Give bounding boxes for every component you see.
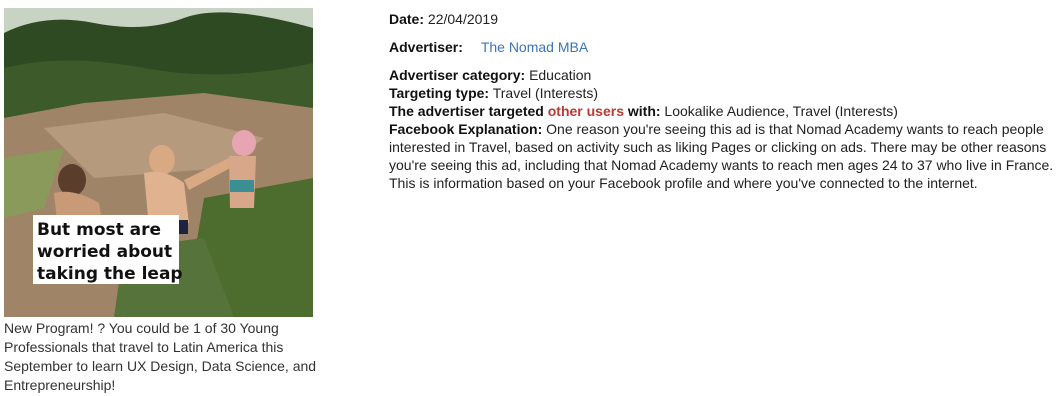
explanation-row: Facebook Explanation: One reason you're … bbox=[389, 120, 1059, 192]
ad-details: Date: 22/04/2019 Advertiser: The Nomad M… bbox=[389, 10, 1059, 192]
explanation-label: Facebook Explanation: bbox=[389, 121, 543, 137]
targeting-label: Targeting type: bbox=[389, 85, 490, 101]
person-left-head bbox=[58, 164, 86, 196]
overlay-line-2: worried about bbox=[37, 242, 172, 262]
overlay-line-1: But most are bbox=[37, 220, 161, 240]
targeted-suffix: with: bbox=[627, 103, 661, 119]
advertiser-label: Advertiser: bbox=[389, 39, 463, 55]
targeted-value: Lookalike Audience, Travel (Interests) bbox=[664, 103, 898, 119]
ad-photo: But most are worried about taking the le… bbox=[4, 8, 313, 317]
date-value: 22/04/2019 bbox=[427, 11, 498, 27]
category-label: Advertiser category: bbox=[389, 67, 526, 83]
targeted-row: The advertiser targeted other users with… bbox=[389, 102, 1059, 120]
advertiser-link[interactable]: The Nomad MBA bbox=[481, 39, 588, 55]
advertiser-row: Advertiser: The Nomad MBA bbox=[389, 38, 1059, 56]
other-users-link[interactable]: other users bbox=[548, 103, 624, 119]
ad-caption: New Program! ? You could be 1 of 30 Youn… bbox=[4, 320, 317, 393]
targeted-prefix: The advertiser targeted bbox=[389, 103, 544, 119]
ad-image[interactable]: But most are worried about taking the le… bbox=[4, 8, 313, 317]
overlay-line-3: taking the leap bbox=[37, 264, 183, 284]
person-right-head bbox=[232, 130, 256, 156]
category-value: Education bbox=[529, 67, 592, 83]
person-right-swimsuit bbox=[230, 180, 254, 192]
category-row: Advertiser category: Education bbox=[389, 66, 1059, 84]
date-row: Date: 22/04/2019 bbox=[389, 10, 1059, 28]
person-center-head bbox=[149, 145, 175, 175]
targeting-value: Travel (Interests) bbox=[492, 85, 598, 101]
targeting-row: Targeting type: Travel (Interests) bbox=[389, 84, 1059, 102]
date-label: Date: bbox=[389, 11, 425, 27]
